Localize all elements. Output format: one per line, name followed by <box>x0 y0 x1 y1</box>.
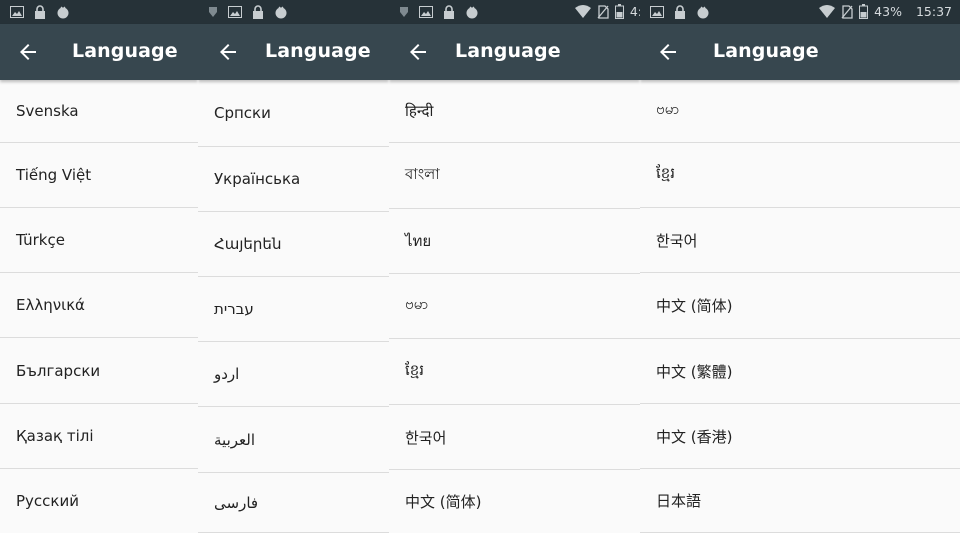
image-icon <box>419 6 433 18</box>
status-bar: 4: <box>389 0 640 24</box>
app-icon <box>696 5 710 19</box>
language-item[interactable]: العربية <box>198 407 389 473</box>
language-item[interactable]: 中文 (简体) <box>389 470 640 533</box>
image-icon <box>228 6 242 18</box>
language-screen-1: Language Svenska Tiếng Việt Türkçe Ελλην… <box>0 0 198 533</box>
language-item[interactable]: 中文 (繁體) <box>640 339 960 404</box>
status-bar <box>0 0 198 24</box>
back-arrow-icon[interactable] <box>16 40 40 64</box>
lock-icon <box>674 5 686 19</box>
battery-percent: 43% <box>874 4 902 19</box>
language-item[interactable]: ไทย <box>389 209 640 274</box>
app-bar: Language <box>640 24 960 80</box>
language-item[interactable]: Русский <box>0 469 198 533</box>
back-arrow-icon[interactable] <box>406 40 430 64</box>
back-arrow-icon[interactable] <box>656 40 680 64</box>
language-item[interactable]: Қазақ тілі <box>0 404 198 469</box>
wifi-icon <box>574 5 591 18</box>
language-item[interactable]: Ελληνικά <box>0 273 198 338</box>
battery-icon <box>859 4 869 19</box>
language-item[interactable]: Українська <box>198 147 389 212</box>
language-item[interactable]: ဗမာ <box>389 274 640 339</box>
language-item[interactable]: 日本語 <box>640 469 960 533</box>
notification-icon <box>208 6 218 18</box>
page-title: Language <box>72 40 178 62</box>
language-item[interactable]: ဗမာ <box>640 80 960 143</box>
language-item[interactable]: עברית <box>198 277 389 342</box>
battery-percent: 4: <box>629 4 640 19</box>
language-item[interactable]: 中文 (香港) <box>640 404 960 469</box>
back-arrow-icon[interactable] <box>216 40 240 64</box>
language-item[interactable]: فارسی <box>198 473 389 533</box>
language-item[interactable]: ខ្មែរ <box>640 143 960 208</box>
app-icon <box>465 5 479 19</box>
page-title: Language <box>713 40 819 62</box>
status-bar: 43% 15:37 <box>640 0 960 24</box>
wifi-icon <box>819 5 836 18</box>
language-item[interactable]: Српски <box>198 80 389 147</box>
language-item[interactable]: اردو <box>198 342 389 407</box>
page-title: Language <box>455 40 561 62</box>
notification-icon <box>399 6 409 18</box>
language-item[interactable]: Български <box>0 338 198 404</box>
battery-icon <box>614 4 624 19</box>
language-item[interactable]: Svenska <box>0 80 198 143</box>
language-screen-3: 4: Language हिन्दी বাংলা ไทย ဗမာ ខ្មែរ 한… <box>389 0 640 533</box>
app-bar: Language <box>389 24 640 80</box>
language-item[interactable]: ខ្មែរ <box>389 339 640 405</box>
app-icon <box>56 5 70 19</box>
app-bar: Language <box>0 24 198 80</box>
language-screen-2: Language Српски Українська Հայերեն עברית… <box>198 0 389 533</box>
lock-icon <box>443 5 455 19</box>
lock-icon <box>34 5 46 19</box>
language-list: ဗမာ ខ្មែរ 한국어 中文 (简体) 中文 (繁體) 中文 (香港) 日本… <box>640 80 960 533</box>
app-icon <box>274 5 288 19</box>
language-item[interactable]: বাংলা <box>389 143 640 209</box>
language-screen-4: 43% 15:37 Language ဗမာ ខ្មែរ 한국어 中文 (简体)… <box>640 0 960 533</box>
language-list: Svenska Tiếng Việt Türkçe Ελληνικά Бълга… <box>0 80 198 533</box>
app-bar: Language <box>198 24 389 80</box>
language-list: हिन्दी বাংলা ไทย ဗမာ ខ្មែរ 한국어 中文 (简体) <box>389 80 640 533</box>
language-item[interactable]: 한국어 <box>389 405 640 470</box>
status-bar <box>198 0 389 24</box>
language-item[interactable]: Tiếng Việt <box>0 143 198 208</box>
language-item[interactable]: Հայերեն <box>198 212 389 277</box>
image-icon <box>10 6 24 18</box>
image-icon <box>650 6 664 18</box>
clock: 15:37 <box>915 4 952 19</box>
language-item[interactable]: 中文 (简体) <box>640 273 960 339</box>
no-sim-icon <box>841 4 853 19</box>
language-item[interactable]: हिन्दी <box>389 80 640 143</box>
lock-icon <box>252 5 264 19</box>
language-item[interactable]: 한국어 <box>640 208 960 273</box>
language-item[interactable]: Türkçe <box>0 208 198 273</box>
language-list: Српски Українська Հայերեն עברית اردو الع… <box>198 80 389 533</box>
no-sim-icon <box>597 4 609 19</box>
page-title: Language <box>265 40 371 62</box>
